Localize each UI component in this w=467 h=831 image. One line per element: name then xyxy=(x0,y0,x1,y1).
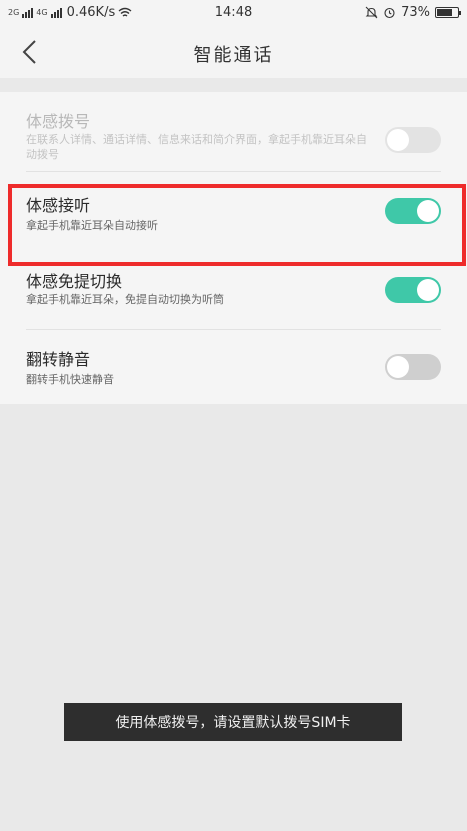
setting-title: 翻转静音 xyxy=(26,350,91,369)
setting-gesture-dial[interactable]: 体感拨号 在联系人详情、通话详情、信息来话和简介界面，拿起手机靠近耳朵自动拨号 xyxy=(0,92,467,172)
alarm-icon xyxy=(384,7,395,19)
battery-icon xyxy=(435,7,461,18)
battery-percent: 73% xyxy=(401,5,430,20)
page-title: 智能通话 xyxy=(193,45,274,66)
setting-flip-mute[interactable]: 翻转静音 翻转手机快速静音 xyxy=(0,330,467,404)
toast-message: 使用体感拨号，请设置默认拨号SIM卡 xyxy=(64,703,402,741)
setting-title: 体感免提切换 xyxy=(26,272,123,291)
phone-screen: 2G 4G 0.46K/s 14:48 73% 智能通话 体感拨号 在联系人详情… xyxy=(0,0,467,831)
speaker-switch-toggle[interactable] xyxy=(385,277,441,303)
setting-subtitle: 翻转手机快速静音 xyxy=(26,373,114,386)
setting-subtitle: 在联系人详情、通话详情、信息来话和简介界面，拿起手机靠近耳朵自动拨号 xyxy=(26,133,367,161)
nav-bar: 智能通话 xyxy=(0,26,467,78)
status-bar: 2G 4G 0.46K/s 14:48 73% xyxy=(0,0,467,26)
status-right: 73% xyxy=(365,5,461,20)
setting-subtitle: 拿起手机靠近耳朵，免提自动切换为听筒 xyxy=(26,293,224,306)
highlight-box xyxy=(8,184,466,266)
flip-mute-toggle[interactable] xyxy=(385,354,441,380)
setting-speaker-switch[interactable]: 体感免提切换 拿起手机靠近耳朵，免提自动切换为听筒 xyxy=(0,258,467,330)
mute-bell-icon xyxy=(365,6,378,19)
gesture-dial-toggle[interactable] xyxy=(385,127,441,153)
setting-title: 体感拨号 xyxy=(26,112,91,131)
toast-text: 使用体感拨号，请设置默认拨号SIM卡 xyxy=(115,715,351,731)
